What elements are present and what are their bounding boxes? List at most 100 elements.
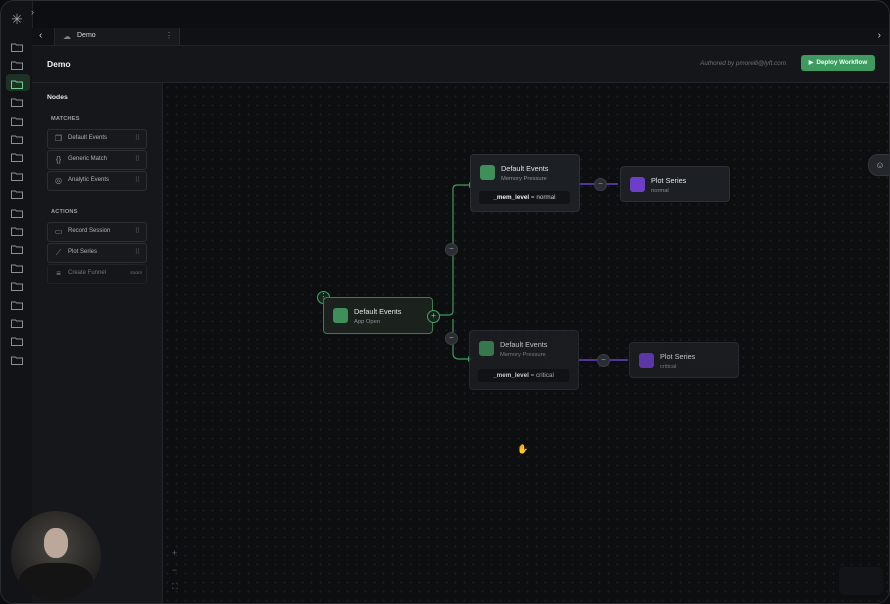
collapse-action-button[interactable]: − bbox=[597, 354, 610, 367]
soon-badge: soon! bbox=[130, 271, 142, 276]
expand-rail-icon[interactable]: › bbox=[31, 7, 34, 17]
folder-icon[interactable] bbox=[11, 98, 23, 108]
minimap bbox=[839, 567, 883, 595]
folder-icon[interactable] bbox=[11, 135, 23, 144]
webcam-overlay bbox=[11, 511, 101, 601]
tab-bar: ‹ ☁ Demo ⋮ › bbox=[32, 28, 889, 46]
palette-item-create-funnel: ≡ Create Funnel soon! bbox=[47, 264, 147, 284]
workflow-icon: ☁ bbox=[63, 32, 71, 41]
folder-icon[interactable] bbox=[11, 190, 23, 200]
palette-item-generic-match[interactable]: {} Generic Match ⠿ bbox=[47, 150, 147, 170]
line-chart-icon bbox=[639, 353, 654, 368]
palette-item-analytic-events[interactable]: ◎ Analytic Events ⠿ bbox=[47, 171, 147, 191]
node-bottom-match[interactable]: Default Events Memory Pressure _mem_leve… bbox=[469, 330, 579, 390]
node-subtitle: Memory Pressure bbox=[500, 352, 546, 358]
line-chart-icon: ⟋ bbox=[55, 248, 62, 257]
workflow-canvas[interactable]: ⋮ Default Events App Open + Default Even… bbox=[163, 83, 889, 603]
add-node-button[interactable]: + bbox=[427, 310, 440, 323]
more-vertical-icon[interactable]: ⋮ bbox=[165, 31, 173, 40]
folder-icon[interactable] bbox=[11, 43, 23, 52]
video-icon: ▭ bbox=[54, 227, 63, 236]
condition-chip[interactable]: _mem_level = normal bbox=[479, 191, 570, 204]
node-title: Plot Series bbox=[660, 352, 696, 361]
tab-label: Demo bbox=[77, 32, 96, 39]
condition-value: normal bbox=[536, 194, 556, 201]
plus-icon[interactable]: + bbox=[172, 548, 177, 558]
drag-handle-icon[interactable]: ⠿ bbox=[135, 227, 140, 235]
folder-icon[interactable] bbox=[11, 282, 23, 292]
target-icon: ◎ bbox=[55, 176, 62, 185]
folder-icon[interactable] bbox=[11, 245, 23, 255]
nodes-title: Nodes bbox=[47, 94, 68, 101]
palette-item-default-events[interactable]: ❐ Default Events ⠿ bbox=[47, 129, 147, 149]
folder-icon[interactable] bbox=[11, 117, 23, 126]
file-copy-icon bbox=[480, 165, 495, 180]
node-title: Default Events bbox=[501, 164, 549, 173]
node-subtitle: normal bbox=[651, 188, 669, 194]
collapse-branch-button[interactable]: − bbox=[445, 243, 458, 256]
chevron-right-icon[interactable]: › bbox=[878, 30, 881, 41]
collapse-branch-button[interactable]: − bbox=[445, 332, 458, 345]
folder-icon[interactable] bbox=[11, 264, 23, 273]
node-bottom-action-plot-series[interactable]: Plot Series critical bbox=[629, 342, 739, 378]
palette-item-record-session[interactable]: ▭ Record Session ⠿ bbox=[47, 222, 147, 242]
node-subtitle: critical bbox=[660, 364, 677, 370]
folder-icon[interactable] bbox=[11, 172, 23, 181]
collapse-action-button[interactable]: − bbox=[594, 178, 607, 191]
palette-item-label: Analytic Events bbox=[68, 177, 110, 183]
drag-handle-icon[interactable]: ⠿ bbox=[135, 176, 140, 184]
file-copy-icon bbox=[479, 341, 494, 356]
drag-handle-icon[interactable]: ⠿ bbox=[135, 155, 140, 163]
braces-icon: {} bbox=[55, 155, 62, 164]
palette-item-plot-series[interactable]: ⟋ Plot Series ⠿ bbox=[47, 243, 147, 263]
author-text: Authored by pmorelli@lyft.com bbox=[700, 60, 786, 67]
node-title: Default Events bbox=[354, 307, 402, 316]
webcam-face bbox=[44, 528, 68, 558]
folder-icon[interactable] bbox=[11, 153, 23, 163]
chevron-left-icon[interactable]: ‹ bbox=[39, 30, 42, 41]
minus-icon[interactable]: − bbox=[172, 565, 177, 575]
node-top-action-plot-series[interactable]: Plot Series normal bbox=[620, 166, 730, 202]
node-subtitle: App Open bbox=[354, 319, 381, 325]
node-subtitle: Memory Pressure bbox=[501, 176, 547, 182]
hand-cursor-icon: ✋ bbox=[517, 444, 529, 454]
left-rail: ✳ › bbox=[1, 1, 34, 603]
condition-operator: = bbox=[530, 194, 535, 201]
condition-chip[interactable]: _mem_level = critical bbox=[478, 369, 569, 382]
matches-section-label: MATCHES bbox=[51, 116, 80, 122]
node-top-match[interactable]: Default Events Memory Pressure _mem_leve… bbox=[470, 154, 580, 212]
folder-icon[interactable] bbox=[11, 227, 23, 236]
fit-screen-icon[interactable]: ⛶ bbox=[172, 582, 178, 592]
folder-icon[interactable] bbox=[11, 61, 23, 71]
drag-handle-icon[interactable]: ⠿ bbox=[135, 134, 140, 142]
play-icon: ▶ bbox=[808, 60, 814, 66]
deploy-workflow-button[interactable]: ▶ Deploy Workflow bbox=[801, 55, 875, 71]
palette-item-label: Generic Match bbox=[68, 156, 108, 162]
condition-operator: = bbox=[530, 372, 535, 379]
app-window: ✳ › ‹ ☁ Demo ⋮ › Demo Authored by pmorel… bbox=[0, 0, 890, 604]
palette-item-label: Record Session bbox=[68, 228, 111, 234]
actions-section-label: ACTIONS bbox=[51, 209, 78, 215]
chat-icon[interactable]: ☺ bbox=[868, 154, 889, 176]
folder-icon[interactable] bbox=[11, 301, 23, 310]
palette-item-label: Create Funnel bbox=[68, 270, 107, 276]
file-copy-icon bbox=[333, 308, 348, 323]
palette-item-label: Default Events bbox=[68, 135, 108, 141]
tab-demo[interactable]: ☁ Demo ⋮ bbox=[54, 28, 180, 45]
folder-icon[interactable] bbox=[11, 209, 23, 218]
node-title: Plot Series bbox=[651, 176, 687, 185]
funnel-icon: ≡ bbox=[56, 269, 61, 278]
folder-icon[interactable] bbox=[11, 337, 23, 347]
logo-icon[interactable]: ✳ bbox=[10, 12, 24, 26]
condition-field: _mem_level bbox=[493, 372, 529, 379]
folder-icon[interactable] bbox=[11, 356, 23, 365]
folder-icon[interactable] bbox=[11, 319, 23, 328]
folder-icon[interactable] bbox=[11, 80, 23, 89]
deploy-label: Deploy Workflow bbox=[816, 59, 868, 66]
node-root-default-events[interactable]: Default Events App Open bbox=[323, 297, 433, 334]
page-title: Demo bbox=[47, 59, 71, 69]
line-chart-icon bbox=[630, 177, 645, 192]
drag-handle-icon[interactable]: ⠿ bbox=[135, 248, 140, 256]
palette-item-label: Plot Series bbox=[68, 249, 98, 255]
webcam-body bbox=[19, 563, 93, 601]
